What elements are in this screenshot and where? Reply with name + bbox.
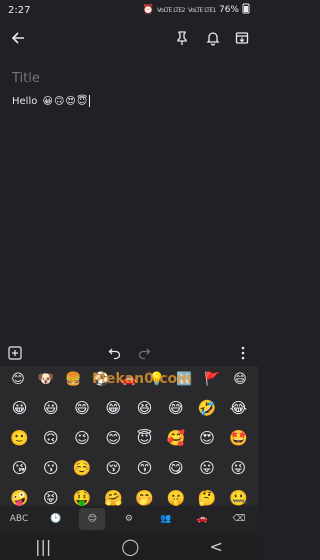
- category-flags[interactable]: 🚩: [200, 372, 224, 387]
- delete-key[interactable]: ⌫: [226, 514, 252, 524]
- body-emoji: 😍: [65, 95, 76, 107]
- emoji-key[interactable]: 😍: [192, 426, 223, 450]
- emoji-key[interactable]: 😙: [129, 456, 160, 480]
- status-time: 2:27: [8, 4, 31, 16]
- emoji-keyboard: 😊 🐶 🍔 ⚽ 🚗 💡 🔣 🚩 😄 Mekan0.com 😀 😃 😄 😁 😆 😅…: [0, 366, 258, 532]
- signal-1: VoLTE LTE2: [157, 6, 185, 14]
- car-key[interactable]: 🚗: [189, 514, 215, 524]
- keyboard-bottom-bar: ABC 🕒 😊 ⚙ 👥 🚗 ⌫: [0, 506, 258, 532]
- emoji-key[interactable]: 😉: [67, 426, 98, 450]
- more-options-icon[interactable]: [232, 342, 254, 364]
- emoji-key[interactable]: 😃: [35, 396, 66, 420]
- battery-icon: [242, 3, 250, 17]
- back-arrow-icon[interactable]: [6, 26, 30, 50]
- reminder-bell-icon[interactable]: [201, 26, 225, 50]
- emoji-key[interactable]: 😜: [223, 456, 254, 480]
- back-button[interactable]: <: [210, 537, 223, 556]
- emoji-key[interactable]: 😂: [223, 396, 254, 420]
- archive-icon[interactable]: [230, 26, 254, 50]
- signal-2: VoLTE LTE1: [188, 6, 216, 14]
- system-nav-bar: ||| ◯ <: [0, 532, 258, 560]
- home-button[interactable]: ◯: [121, 537, 139, 556]
- watermark: Mekan0.com: [92, 371, 192, 387]
- emoji-key[interactable]: 😚: [98, 456, 129, 480]
- alarm-icon: ⏰: [142, 5, 155, 15]
- body-emoji: 🙃: [53, 95, 65, 107]
- note-body-field[interactable]: Hello 😀 🙃 😍 😇: [12, 95, 91, 107]
- emoji-key[interactable]: 😄: [67, 396, 98, 420]
- emoji-grid: 😀 😃 😄 😁 😆 😅 🤣 😂 🙂 🙃 😉 😊 😇 🥰 😍 🤩 😘 😗 ☺️ 😚…: [4, 396, 254, 510]
- redo-icon[interactable]: [133, 342, 155, 364]
- note-title-input[interactable]: [12, 68, 246, 88]
- add-box-icon[interactable]: [4, 342, 26, 364]
- abc-key[interactable]: ABC: [6, 514, 32, 524]
- battery-level: 76%: [218, 5, 239, 15]
- emoji-key[interactable]: 🤣: [192, 396, 223, 420]
- emoji-key[interactable]: 😗: [35, 456, 66, 480]
- emoji-key[interactable]: 😀: [4, 396, 35, 420]
- body-emoji: 😇: [76, 95, 88, 107]
- emoji-key[interactable]: 😘: [4, 456, 35, 480]
- text-cursor: [89, 95, 91, 107]
- emoji-key[interactable]: 😅: [160, 396, 191, 420]
- emoji-key[interactable]: ☺️: [67, 456, 98, 480]
- emoji-key[interactable]: 😇: [129, 426, 160, 450]
- emoji-key[interactable]: 😁: [98, 396, 129, 420]
- smileys-tab-key[interactable]: 😊: [79, 508, 106, 530]
- emoji-key[interactable]: 🤩: [223, 426, 254, 450]
- emoji-key[interactable]: 🙂: [4, 426, 35, 450]
- category-smileys[interactable]: 😊: [6, 372, 30, 387]
- body-emoji: 😀: [42, 95, 53, 107]
- recent-emoji-key[interactable]: 🕒: [43, 514, 69, 524]
- category-recent-smiley[interactable]: 😄: [228, 372, 252, 387]
- category-food[interactable]: 🍔: [62, 372, 86, 387]
- recents-button[interactable]: |||: [35, 537, 51, 556]
- category-animals[interactable]: 🐶: [34, 372, 58, 387]
- status-bar: 2:27 ⏰ VoLTE LTE2 VoLTE LTE1 76%: [0, 0, 258, 20]
- pin-icon[interactable]: [170, 26, 194, 50]
- app-bar: [0, 24, 258, 52]
- emoji-key[interactable]: 😆: [129, 396, 160, 420]
- emoji-key[interactable]: 🥰: [160, 426, 191, 450]
- people-key[interactable]: 👥: [153, 514, 179, 524]
- emoji-key[interactable]: 😋: [160, 456, 191, 480]
- settings-key[interactable]: ⚙: [116, 514, 142, 524]
- note-body-text: Hello: [12, 95, 38, 107]
- undo-icon[interactable]: [104, 342, 126, 364]
- emoji-key[interactable]: 😛: [192, 456, 223, 480]
- note-toolbar: [0, 342, 258, 364]
- emoji-key[interactable]: 😊: [98, 426, 129, 450]
- status-icons: ⏰ VoLTE LTE2 VoLTE LTE1 76%: [143, 3, 250, 17]
- emoji-key[interactable]: 🙃: [35, 426, 66, 450]
